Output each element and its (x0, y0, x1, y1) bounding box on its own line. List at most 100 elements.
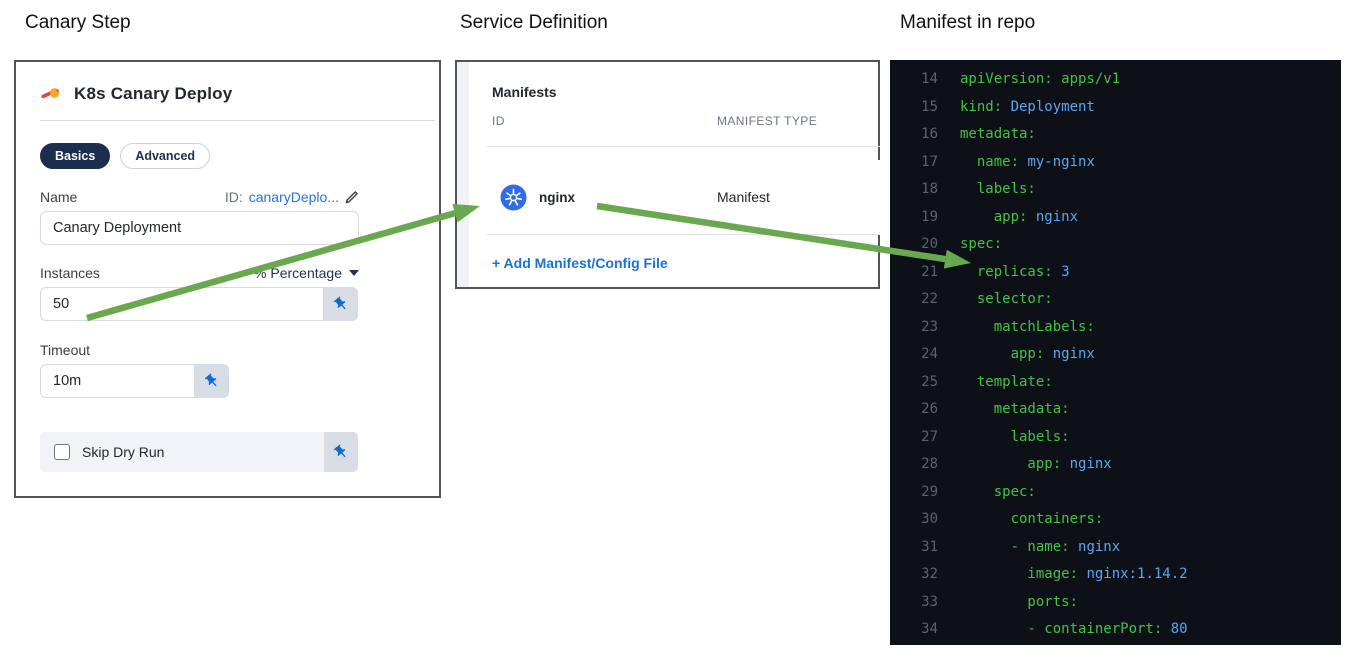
instances-unit-dropdown[interactable]: % Percentage (254, 265, 359, 281)
code-text: spec: (960, 483, 1036, 500)
code-text: ports: (960, 593, 1079, 610)
skip-dry-run-label: Skip Dry Run (82, 444, 165, 460)
skip-dry-run-row: Skip Dry Run (40, 432, 358, 472)
code-line-24: 24 app: nginx (890, 341, 1341, 369)
code-text: selector: (960, 291, 1053, 307)
id-prefix: ID: (224, 189, 243, 205)
line-number: 32 (921, 566, 938, 582)
line-number: 16 (921, 126, 938, 142)
line-number: 24 (921, 346, 938, 362)
code-text: name: my-nginx (960, 153, 1095, 170)
code-text: - name: nginx (960, 538, 1121, 555)
code-line-30: 30 containers: (890, 506, 1341, 534)
code-line-33: 33 ports: (890, 589, 1341, 617)
manifest-code-panel[interactable]: 14 apiVersion: apps/v1 15 kind: Deployment 1… (890, 60, 1341, 645)
canary-step-title: Canary Step (25, 12, 131, 33)
line-number: 25 (921, 373, 938, 390)
table-separator (487, 146, 880, 147)
code-line-21: 21 replicas: 3 (890, 259, 1341, 287)
code-line-20: 20 spec: (890, 231, 1341, 259)
instances-label: Instances (40, 265, 100, 281)
line-number: 17 (921, 153, 938, 170)
skip-dry-run-runtime-pin-button[interactable] (324, 432, 358, 472)
instances-input[interactable] (40, 287, 324, 321)
code-line-15: 15 kind: Deployment (890, 94, 1341, 122)
code-text: labels: (960, 181, 1036, 197)
line-number: 20 (921, 236, 938, 252)
code-text: app: nginx (960, 208, 1079, 225)
line-number: 31 (921, 538, 938, 555)
code-text: matchLabels: (960, 318, 1095, 335)
manifest-id: nginx (539, 189, 575, 205)
code-line-23: 23 matchLabels: (890, 314, 1341, 342)
code-line-32: 32 image: nginx:1.14.2 (890, 561, 1341, 589)
timeout-input[interactable] (40, 364, 195, 398)
timeout-label: Timeout (40, 342, 91, 358)
code-line-17: 17 name: my-nginx (890, 149, 1341, 177)
tab-basics[interactable]: Basics (40, 143, 111, 169)
pin-icon (204, 373, 217, 387)
step-header: K8s Canary Deploy (16, 62, 439, 104)
line-number: 28 (921, 456, 938, 472)
column-header-id: ID (492, 114, 505, 128)
add-manifest-link[interactable]: + Add Manifest/Config File (492, 255, 668, 271)
code-line-27: 27 labels: (890, 424, 1341, 452)
manifest-in-repo-title: Manifest in repo (900, 12, 1036, 33)
code-text: app: nginx (960, 456, 1112, 472)
line-number: 14 (921, 71, 938, 87)
code-line-29: 29 spec: (890, 479, 1341, 507)
unit-label: % Percentage (254, 265, 342, 281)
name-label: Name (40, 189, 78, 205)
line-number: 30 (921, 511, 938, 527)
code-line-14: 14 apiVersion: apps/v1 (890, 66, 1341, 94)
service-definition-title: Service Definition (460, 12, 608, 33)
code-line-26: 26 metadata: (890, 396, 1341, 424)
pin-icon (333, 444, 346, 458)
edit-pencil-icon[interactable] (345, 190, 359, 204)
line-number: 15 (921, 98, 938, 115)
line-number: 26 (921, 401, 938, 417)
step-id: ID: canaryDeplo... (225, 189, 359, 205)
line-number: 29 (921, 483, 938, 500)
line-number: 19 (921, 208, 938, 225)
line-number: 34 (921, 621, 938, 637)
kubernetes-icon (500, 184, 527, 211)
code-line-19: 19 app: nginx (890, 204, 1341, 232)
code-text: image: nginx:1.14.2 (960, 566, 1188, 582)
code-text: metadata: (960, 401, 1070, 417)
code-line-25: 25 template: (890, 369, 1341, 397)
code-text: app: nginx (960, 346, 1095, 362)
code-text: labels: (960, 428, 1070, 445)
name-input[interactable] (40, 211, 359, 245)
code-line-28: 28 app: nginx (890, 451, 1341, 479)
step-tabs: Basics Advanced (40, 143, 439, 169)
column-header-manifest-type: MANIFEST TYPE (717, 114, 818, 128)
tab-advanced[interactable]: Advanced (120, 143, 211, 169)
code-text: spec: (960, 236, 1003, 252)
table-separator (487, 234, 880, 235)
id-value-link[interactable]: canaryDeplo... (249, 189, 339, 205)
code-text: template: (960, 373, 1053, 390)
line-number: 22 (921, 291, 938, 307)
code-text: kind: Deployment (960, 98, 1095, 115)
panel-gutter (457, 62, 469, 287)
chevron-down-icon (349, 270, 359, 276)
line-number: 27 (921, 428, 938, 445)
header-divider (40, 120, 435, 121)
code-text: apiVersion: apps/v1 (960, 71, 1121, 87)
timeout-runtime-pin-button[interactable] (195, 364, 229, 398)
pin-icon (333, 296, 346, 310)
manifest-row-nginx[interactable]: nginx Manifest (469, 160, 880, 234)
code-text: containers: (960, 511, 1104, 527)
code-line-18: 18 labels: (890, 176, 1341, 204)
line-number: 18 (921, 181, 938, 197)
canary-bird-icon (40, 84, 64, 104)
line-number: 23 (921, 318, 938, 335)
instances-runtime-pin-button[interactable] (324, 287, 358, 321)
skip-dry-run-checkbox[interactable] (54, 444, 70, 460)
code-line-16: 16 metadata: (890, 121, 1341, 149)
manifest-type: Manifest (717, 189, 770, 205)
code-line-31: 31 - name: nginx (890, 534, 1341, 562)
line-number: 33 (921, 593, 938, 610)
canary-step-panel: K8s Canary Deploy Basics Advanced Name I… (14, 60, 441, 498)
